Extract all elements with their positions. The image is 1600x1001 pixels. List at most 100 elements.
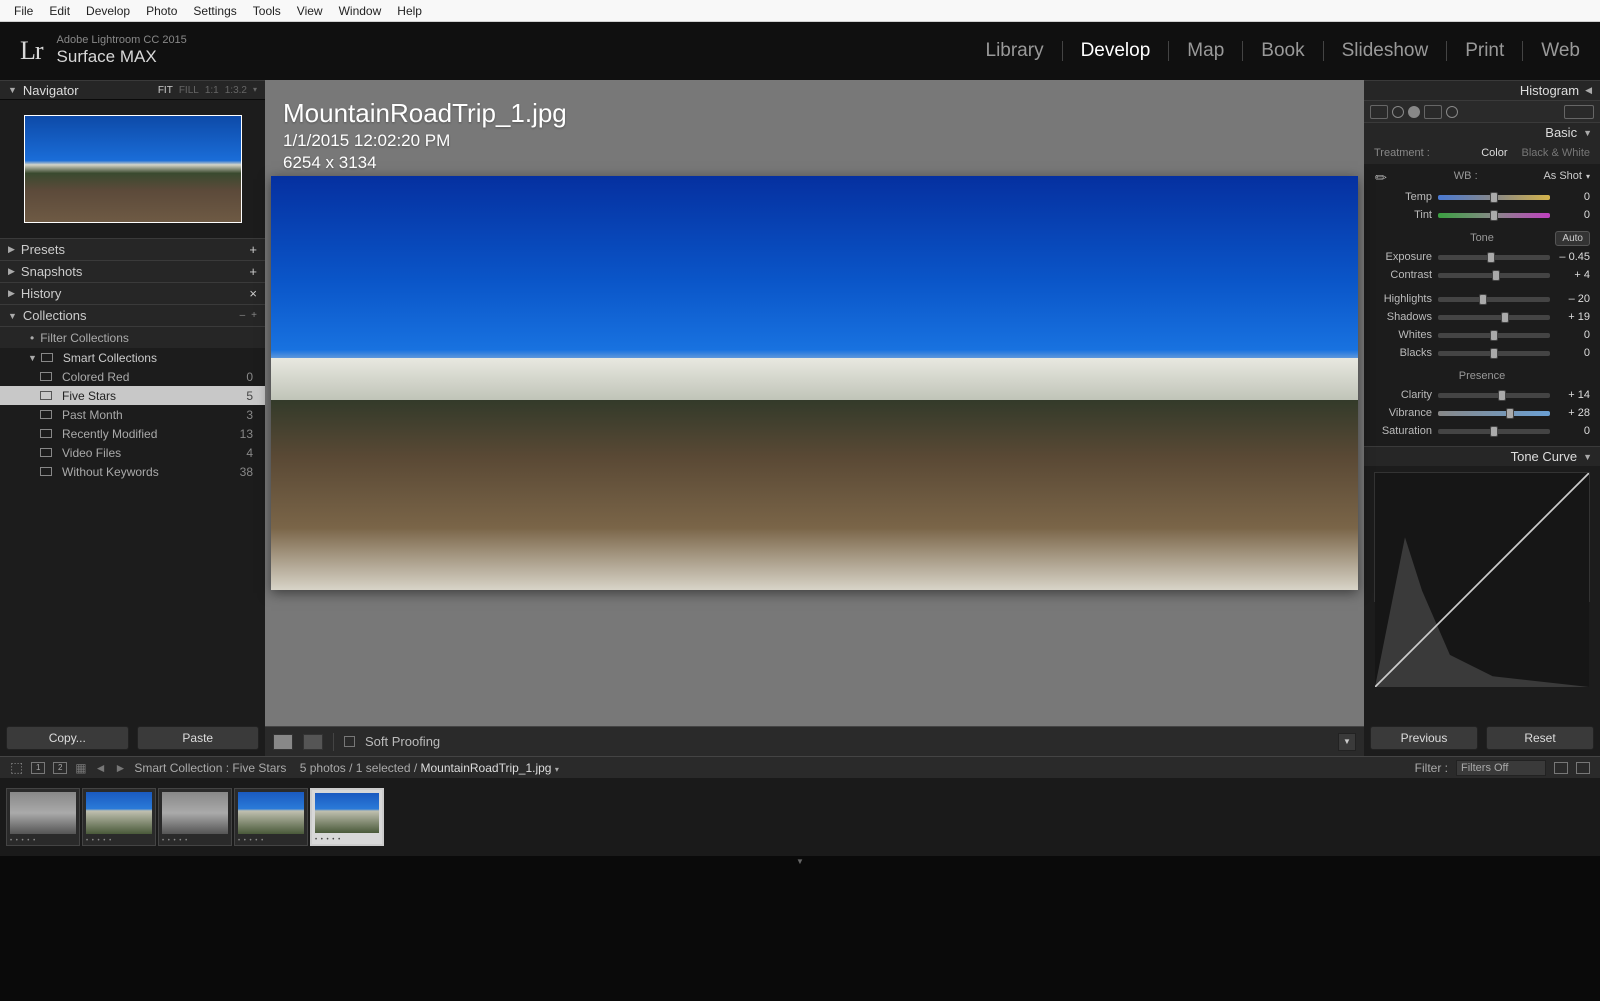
navigator-preview[interactable]: [24, 115, 242, 223]
before-after-icon[interactable]: [303, 734, 323, 750]
grid-view-2-icon[interactable]: 2: [53, 762, 67, 774]
treatment-color[interactable]: Color: [1481, 147, 1507, 159]
filter-dropdown[interactable]: Filters Off: [1456, 760, 1546, 776]
paste-button[interactable]: Paste: [137, 726, 260, 750]
filter-collections[interactable]: •Filter Collections: [0, 326, 265, 348]
menu-file[interactable]: File: [6, 2, 41, 20]
thumbnail-2[interactable]: • • • • •: [82, 788, 156, 846]
menu-tools[interactable]: Tools: [245, 2, 289, 20]
module-map[interactable]: Map: [1187, 40, 1224, 62]
slider-saturation[interactable]: Saturation0: [1364, 422, 1600, 440]
presets-header[interactable]: ▶Presets +: [0, 238, 265, 260]
reset-button[interactable]: Reset: [1486, 726, 1594, 750]
basic-header[interactable]: Basic▼: [1364, 122, 1600, 142]
chevron-down-icon[interactable]: ▾: [253, 85, 257, 96]
module-book[interactable]: Book: [1261, 40, 1304, 62]
clear-history-icon[interactable]: ×: [249, 286, 257, 301]
slider-temp[interactable]: Temp0: [1364, 188, 1600, 206]
module-library[interactable]: Library: [986, 40, 1044, 62]
spot-tool-icon[interactable]: [1392, 106, 1404, 118]
image-datetime: 1/1/2015 12:02:20 PM: [283, 131, 567, 151]
crop-tool-icon[interactable]: [1370, 105, 1388, 119]
second-monitor-icon[interactable]: ⬚: [10, 759, 23, 776]
thumbnail-4[interactable]: • • • • •: [234, 788, 308, 846]
menu-settings[interactable]: Settings: [185, 2, 244, 20]
menu-view[interactable]: View: [289, 2, 331, 20]
add-snapshot-icon[interactable]: +: [249, 264, 257, 279]
previous-button[interactable]: Previous: [1370, 726, 1478, 750]
slider-vibrance[interactable]: Vibrance+ 28: [1364, 404, 1600, 422]
loupe-view[interactable]: MountainRoadTrip_1.jpg 1/1/2015 12:02:20…: [265, 80, 1364, 756]
thumbnail-5-selected[interactable]: • • • • •: [310, 788, 384, 846]
menu-window[interactable]: Window: [331, 2, 390, 20]
disclosure-triangle-icon[interactable]: ▼: [8, 85, 17, 95]
menu-develop[interactable]: Develop: [78, 2, 138, 20]
tool-strip: [1364, 100, 1600, 122]
module-develop[interactable]: Develop: [1081, 40, 1151, 62]
thumbnail-3[interactable]: • • • • •: [158, 788, 232, 846]
nav-zoom-1to1[interactable]: 1:1: [205, 85, 219, 96]
wb-eyedropper-icon[interactable]: ✎: [1371, 166, 1391, 186]
auto-tone-button[interactable]: Auto: [1555, 231, 1590, 246]
history-header[interactable]: ▶History ×: [0, 282, 265, 304]
slider-exposure[interactable]: Exposure– 0.45: [1364, 248, 1600, 266]
module-slideshow[interactable]: Slideshow: [1342, 40, 1429, 62]
slider-clarity[interactable]: Clarity+ 14: [1364, 386, 1600, 404]
thumbnail-1[interactable]: • • • • •: [6, 788, 80, 846]
brush-tool-icon[interactable]: [1564, 105, 1594, 119]
slider-highlights[interactable]: Highlights– 20: [1364, 290, 1600, 308]
disclosure-triangle-icon[interactable]: ▶: [8, 244, 15, 255]
nav-zoom-custom[interactable]: 1:3.2: [225, 85, 247, 96]
grid-view-icon[interactable]: 1: [31, 762, 45, 774]
nav-back-icon[interactable]: ◄: [95, 761, 107, 775]
grid-icon[interactable]: ▦: [75, 761, 86, 775]
filter-flag-icon[interactable]: [1576, 762, 1590, 774]
nav-fwd-icon[interactable]: ►: [114, 761, 126, 775]
histogram-header[interactable]: Histogram◀: [1364, 80, 1600, 100]
menu-photo[interactable]: Photo: [138, 2, 185, 20]
source-path[interactable]: Smart Collection : Five Stars 5 photos /…: [134, 761, 558, 775]
toolbar-menu-icon[interactable]: ▼: [1338, 733, 1356, 751]
module-web[interactable]: Web: [1541, 40, 1580, 62]
filter-lock-icon[interactable]: [1554, 762, 1568, 774]
collection-video-files[interactable]: Video Files4: [0, 443, 265, 462]
module-print[interactable]: Print: [1465, 40, 1504, 62]
slider-whites[interactable]: Whites0: [1364, 326, 1600, 344]
slider-contrast[interactable]: Contrast+ 4: [1364, 266, 1600, 284]
collection-five-stars[interactable]: Five Stars5: [0, 386, 265, 405]
nav-zoom-fill[interactable]: FILL: [179, 85, 199, 96]
menu-edit[interactable]: Edit: [41, 2, 78, 20]
bottom-panel-expand-icon[interactable]: ▼: [796, 857, 804, 866]
collection-recently-modified[interactable]: Recently Modified13: [0, 424, 265, 443]
slider-shadows[interactable]: Shadows+ 19: [1364, 308, 1600, 326]
collections-plus-icon[interactable]: +: [251, 310, 257, 321]
treatment-bw[interactable]: Black & White: [1522, 147, 1590, 159]
collections-header[interactable]: ▼Collections –+: [0, 304, 265, 326]
collection-colored-red[interactable]: Colored Red0: [0, 367, 265, 386]
slider-blacks[interactable]: Blacks0: [1364, 344, 1600, 362]
smart-collections-group[interactable]: ▼Smart Collections: [0, 348, 265, 367]
snapshots-header[interactable]: ▶Snapshots +: [0, 260, 265, 282]
add-preset-icon[interactable]: +: [249, 242, 257, 257]
main-image[interactable]: [271, 176, 1358, 590]
tone-curve-header[interactable]: Tone Curve▼: [1364, 446, 1600, 466]
soft-proof-checkbox[interactable]: [344, 736, 355, 747]
navigator-header[interactable]: ▼Navigator FIT FILL 1:1 1:3.2 ▾: [0, 80, 265, 100]
filmstrip[interactable]: • • • • • • • • • • • • • • • • • • • • …: [0, 778, 1600, 856]
grad-filter-icon[interactable]: [1424, 105, 1442, 119]
collections-minus-icon[interactable]: –: [240, 310, 246, 321]
radial-filter-icon[interactable]: [1446, 106, 1458, 118]
disclosure-triangle-icon[interactable]: ◀: [1585, 85, 1592, 96]
nav-zoom-fit[interactable]: FIT: [158, 85, 173, 96]
slider-tint[interactable]: Tint0: [1364, 206, 1600, 224]
tone-curve-graph[interactable]: [1374, 472, 1590, 602]
menu-help[interactable]: Help: [389, 2, 430, 20]
wb-dropdown[interactable]: As Shot▾: [1543, 170, 1590, 182]
copy-button[interactable]: Copy...: [6, 726, 129, 750]
redeye-tool-icon[interactable]: [1408, 106, 1420, 118]
develop-toolbar: Soft Proofing ▼: [265, 726, 1364, 756]
collection-without-keywords[interactable]: Without Keywords38: [0, 462, 265, 481]
image-dimensions: 6254 x 3134: [283, 153, 567, 173]
collection-past-month[interactable]: Past Month3: [0, 405, 265, 424]
loupe-view-icon[interactable]: [273, 734, 293, 750]
